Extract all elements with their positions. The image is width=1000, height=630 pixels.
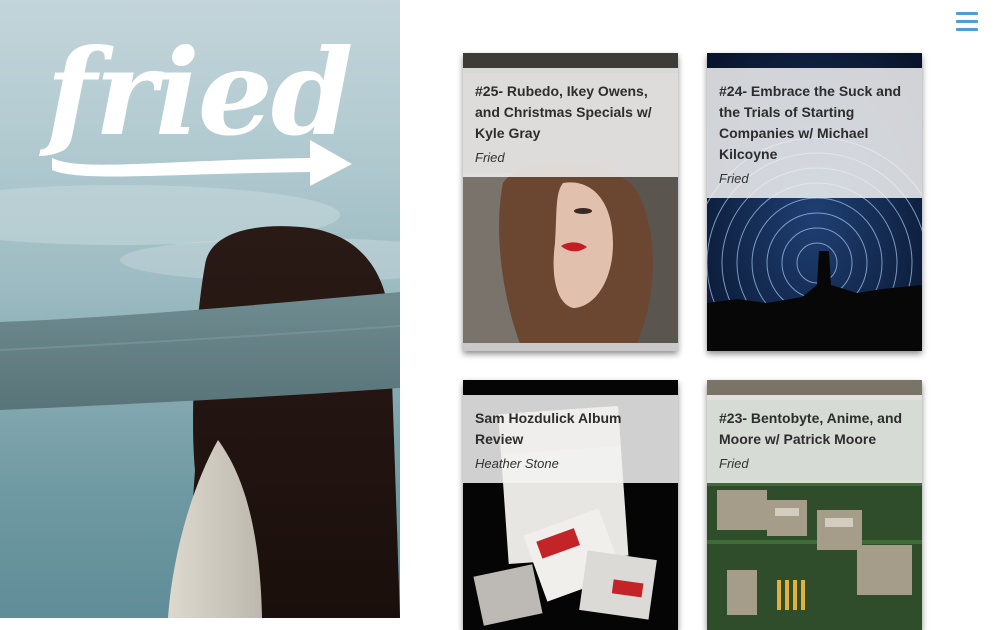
- post-author: Fried: [475, 150, 505, 165]
- post-card-caption: #24- Embrace the Suck and the Trials of …: [707, 68, 922, 198]
- site-logo[interactable]: fried: [40, 34, 360, 200]
- post-title[interactable]: #24- Embrace the Suck and the Trials of …: [719, 81, 910, 165]
- hamburger-menu-icon[interactable]: [956, 12, 978, 31]
- hero-image: fried: [0, 0, 400, 618]
- logo-text: fried: [46, 23, 353, 162]
- post-card[interactable]: #25- Rubedo, Ikey Owens, and Christmas S…: [463, 53, 678, 351]
- post-card-caption: #23- Bentobyte, Anime, and Moore w/ Patr…: [707, 395, 922, 483]
- post-title[interactable]: #23- Bentobyte, Anime, and Moore w/ Patr…: [719, 408, 910, 450]
- post-card[interactable]: Sam Hozdulick Album Review Heather Stone: [463, 380, 678, 630]
- post-card[interactable]: #24- Embrace the Suck and the Trials of …: [707, 53, 922, 351]
- post-card[interactable]: #23- Bentobyte, Anime, and Moore w/ Patr…: [707, 380, 922, 630]
- post-author: Heather Stone: [475, 456, 559, 471]
- post-card-caption: Sam Hozdulick Album Review Heather Stone: [463, 395, 678, 483]
- post-author: Fried: [719, 456, 749, 471]
- post-card-caption: #25- Rubedo, Ikey Owens, and Christmas S…: [463, 68, 678, 177]
- post-title[interactable]: Sam Hozdulick Album Review: [475, 408, 666, 450]
- post-author: Fried: [719, 171, 749, 186]
- post-title[interactable]: #25- Rubedo, Ikey Owens, and Christmas S…: [475, 81, 666, 144]
